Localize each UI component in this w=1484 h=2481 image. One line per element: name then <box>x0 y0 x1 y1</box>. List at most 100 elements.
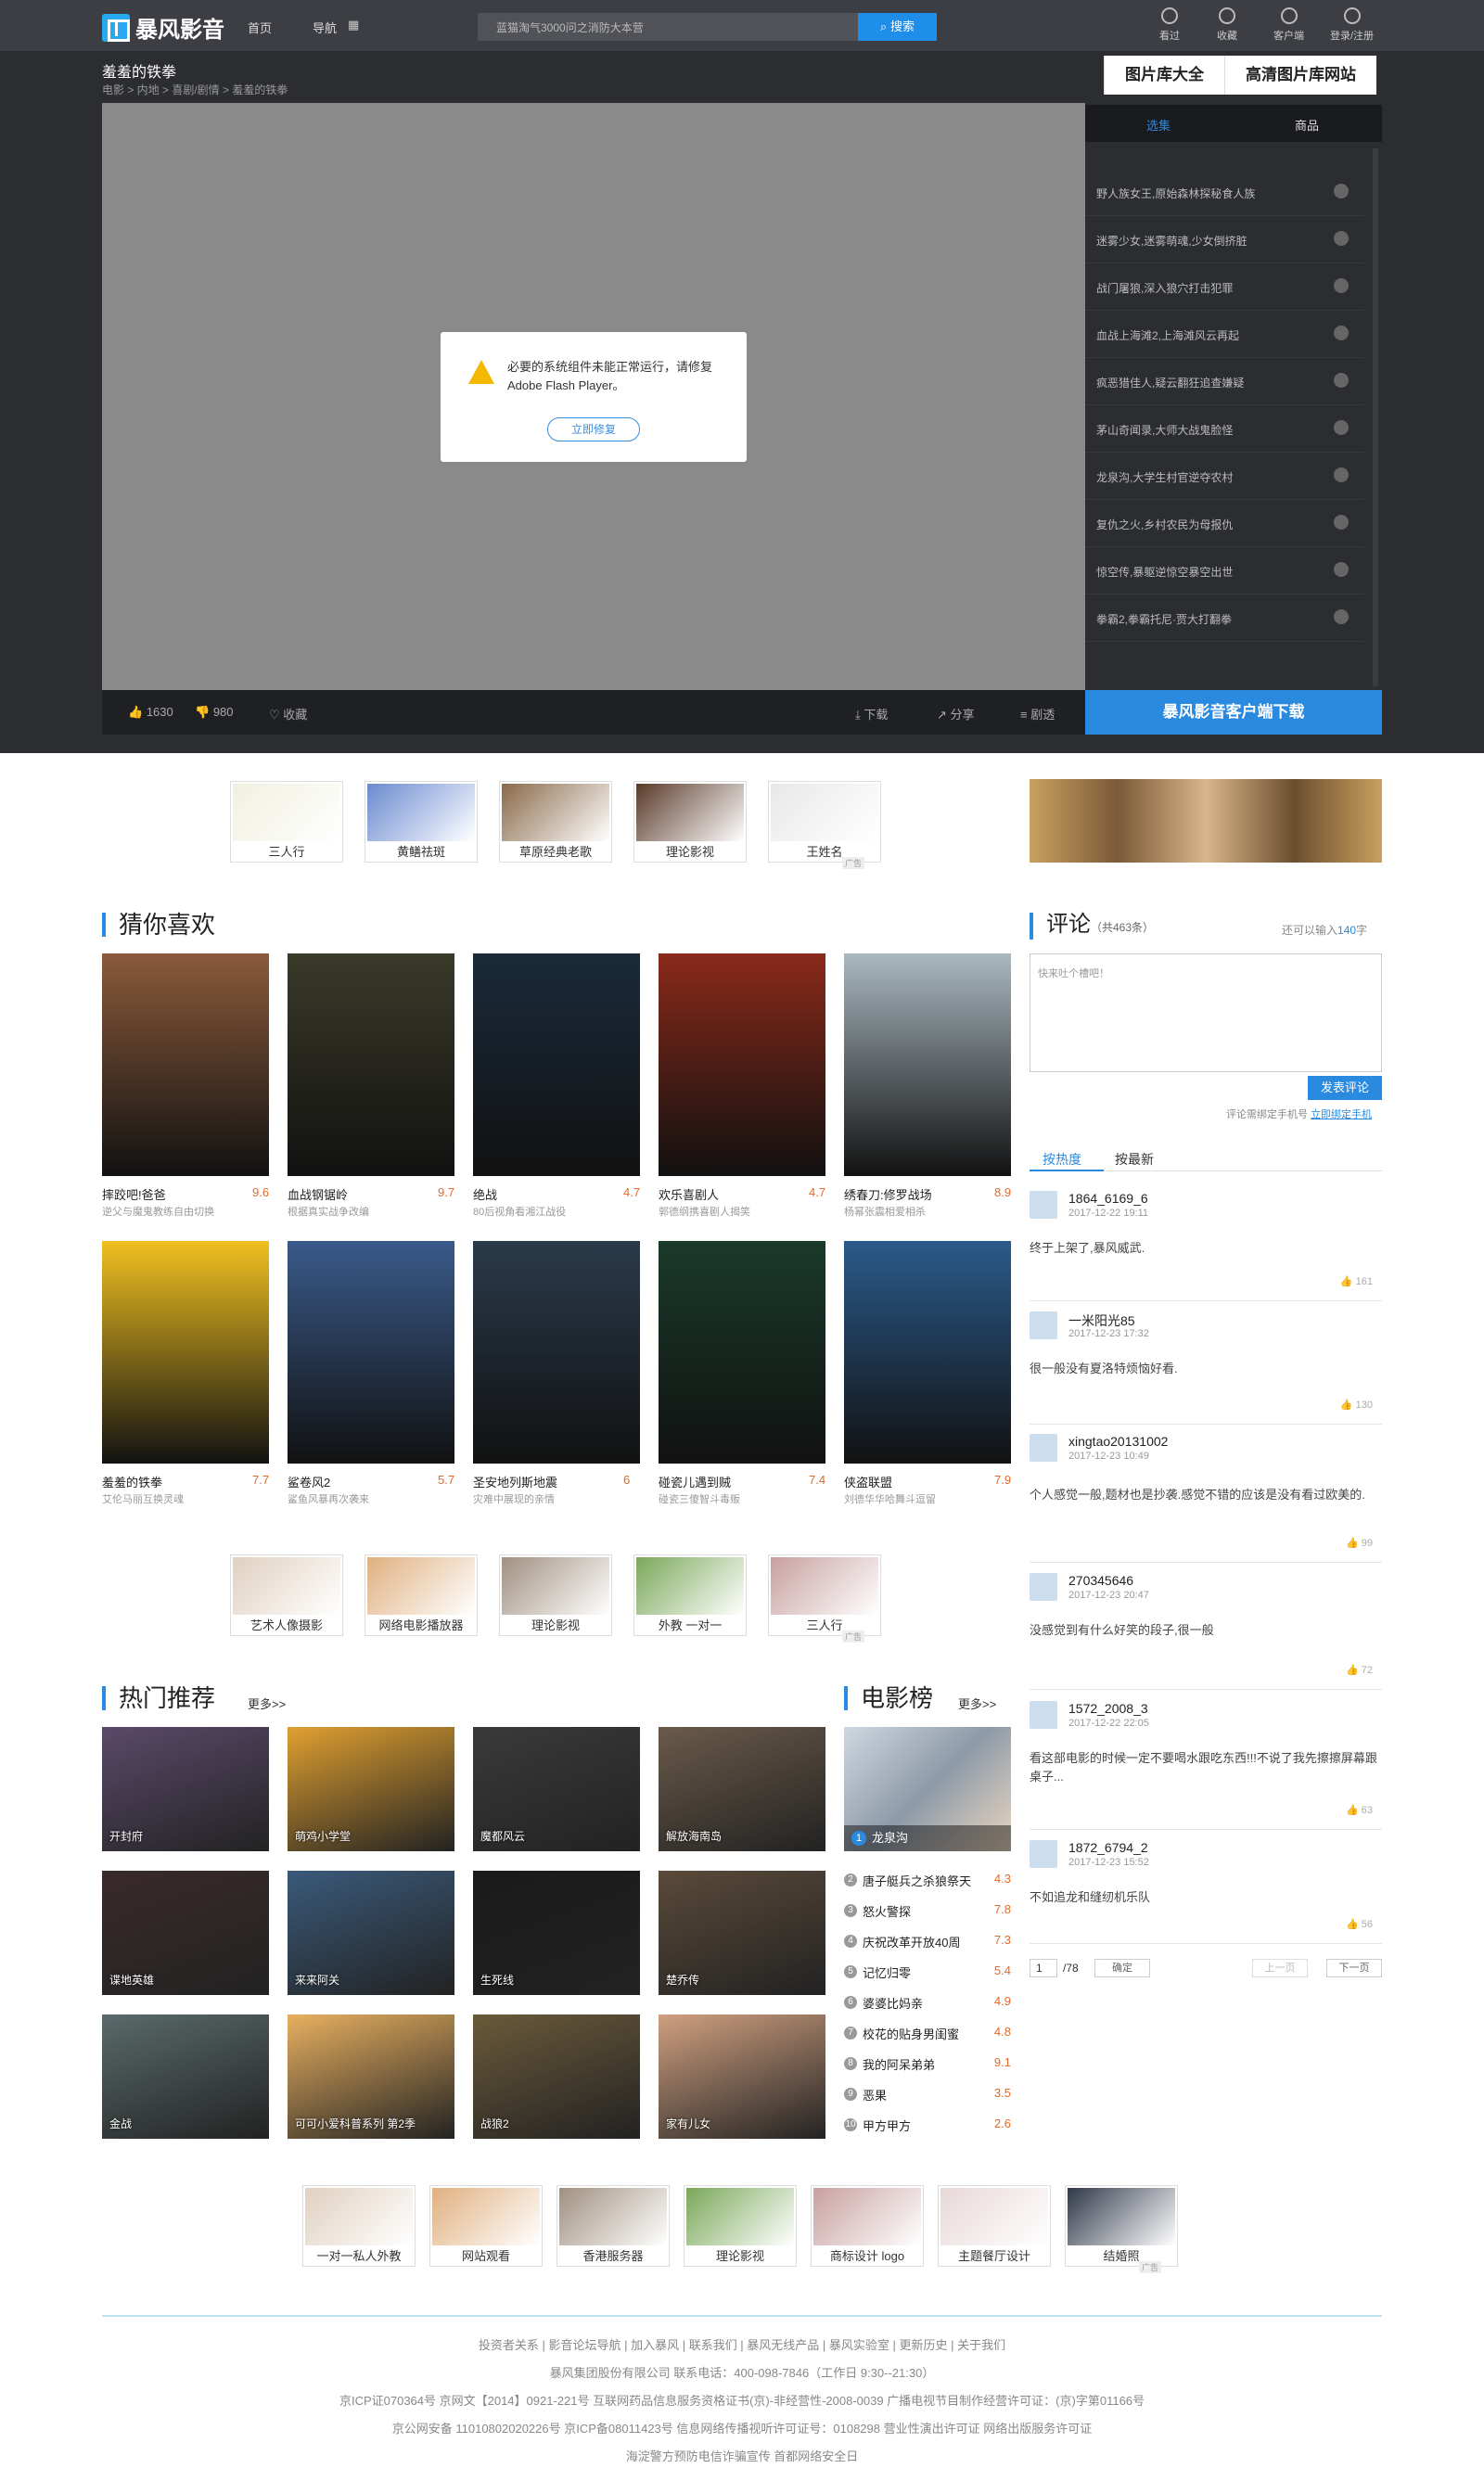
danmaku-button[interactable]: ≡ 剧透 <box>1020 705 1055 723</box>
comment-user[interactable]: 1572_2008_3 <box>1068 1701 1148 1716</box>
ad-thumb[interactable]: 理论影视 <box>633 781 747 863</box>
logo[interactable]: 暴风影音 <box>102 11 224 44</box>
avatar[interactable] <box>1030 1701 1057 1729</box>
promo-tab-1[interactable]: 图片库大全 <box>1104 56 1224 95</box>
search-bar[interactable]: 蓝猫淘气3000问之消防大本营 ⌕ 搜索 <box>478 13 937 41</box>
rank-top-item[interactable]: 1 龙泉沟 <box>844 1727 1011 1851</box>
movie-poster[interactable] <box>288 1241 454 1464</box>
hot-item[interactable]: 谍地英雄 <box>102 1871 269 1995</box>
comment-user[interactable]: 一米阳光85 <box>1068 1311 1135 1330</box>
hot-item[interactable]: 楚乔传 <box>659 1871 825 1995</box>
comment-user[interactable]: xingtao20131002 <box>1068 1434 1168 1449</box>
fav-button[interactable]: ♡ 收藏 <box>269 705 307 723</box>
hot-item[interactable]: 家有儿女 <box>659 2014 825 2139</box>
ad-thumb[interactable]: 网络电影播放器 <box>365 1554 478 1636</box>
ad-thumb[interactable]: 主题餐厅设计 <box>938 2185 1051 2267</box>
submit-comment-button[interactable]: 发表评论 <box>1308 1076 1382 1100</box>
ad-thumb[interactable]: 香港服务器 <box>556 2185 670 2267</box>
prev-page-button[interactable]: 上一页 <box>1252 1959 1308 1977</box>
ad-banner[interactable] <box>1030 779 1382 863</box>
movie-poster[interactable] <box>288 953 454 1176</box>
client-button[interactable]: 客户端 <box>1273 7 1304 43</box>
movie-poster[interactable] <box>844 1241 1011 1464</box>
client-download-button[interactable]: 暴风影音客户端下载 <box>1085 690 1382 735</box>
hot-item[interactable]: 战狼2 <box>473 2014 640 2139</box>
rank-item[interactable]: 7 校花的贴身男闺蜜 4.8 <box>844 2022 1011 2046</box>
history-button[interactable]: 看过 <box>1159 7 1180 43</box>
ad-tag[interactable]: 广告 <box>1139 2261 1162 2273</box>
avatar[interactable] <box>1030 1191 1057 1219</box>
ad-thumb[interactable]: 王姓名 <box>768 781 881 863</box>
episode-item[interactable]: 迷雾少女,迷雾萌魂,少女倒挤脏 <box>1085 216 1363 263</box>
movie-name[interactable]: 绝战 <box>473 1185 497 1203</box>
comment-user[interactable]: 1864_6169_6 <box>1068 1191 1148 1206</box>
movie-poster[interactable] <box>659 1241 825 1464</box>
episode-item[interactable]: 血战上海滩2,上海滩风云再起 <box>1085 311 1363 358</box>
movie-name[interactable]: 欢乐喜剧人 <box>659 1185 719 1203</box>
comment-like-button[interactable]: 👍 56 <box>1346 1918 1373 1930</box>
movie-poster[interactable] <box>102 1241 269 1464</box>
episode-item[interactable]: 疯恶猎佳人,疑云翻狂追查嫌疑 <box>1085 358 1363 405</box>
ad-thumb[interactable]: 一对一私人外教 <box>302 2185 416 2267</box>
hot-item[interactable]: 萌鸡小学堂 <box>288 1727 454 1851</box>
ad-thumb[interactable]: 黄鳝祛斑 <box>365 781 478 863</box>
side-scrollbar[interactable] <box>1373 148 1378 686</box>
movie-name[interactable]: 血战钢锯岭 <box>288 1185 348 1203</box>
ad-thumb[interactable]: 外教 一对一 <box>633 1554 747 1636</box>
rank-item[interactable]: 2 唐子艇兵之杀狼祭天 4.3 <box>844 1869 1011 1893</box>
rank-item[interactable]: 10 甲方甲方 2.6 <box>844 2114 1011 2138</box>
avatar[interactable] <box>1030 1311 1057 1339</box>
favorites-button[interactable]: 收藏 <box>1217 7 1237 43</box>
avatar[interactable] <box>1030 1573 1057 1601</box>
episode-item[interactable]: 茅山奇闻录,大师大战鬼脸怪 <box>1085 405 1363 453</box>
grid-icon[interactable]: ▦ <box>348 18 359 32</box>
comment-user[interactable]: 1872_6794_2 <box>1068 1840 1148 1855</box>
like-button[interactable]: 👍 1630 <box>128 705 173 720</box>
hot-item[interactable]: 可可小爱科普系列 第2季 <box>288 2014 454 2139</box>
hot-item[interactable]: 生死线 <box>473 1871 640 1995</box>
episode-item[interactable]: 拳霸2,拳霸托尼·贾大打翻拳 <box>1085 595 1363 642</box>
rank-item[interactable]: 3 怒火警探 7.8 <box>844 1899 1011 1924</box>
comment-textarea[interactable]: 快来吐个槽吧！ <box>1030 953 1382 1072</box>
avatar[interactable] <box>1030 1840 1057 1868</box>
nav-home[interactable]: 首页 <box>248 19 272 36</box>
movie-name[interactable]: 侠盗联盟 <box>844 1473 892 1490</box>
hot-item[interactable]: 魔都风云 <box>473 1727 640 1851</box>
ad-thumb[interactable]: 艺术人像摄影 <box>230 1554 343 1636</box>
comment-like-button[interactable]: 👍 161 <box>1340 1275 1373 1287</box>
rank-item[interactable]: 8 我的阿呆弟弟 9.1 <box>844 2053 1011 2077</box>
episode-item[interactable]: 惊空传,暴躯逆惊空暴空出世 <box>1085 547 1363 595</box>
download-button[interactable]: ⤓ 下载 <box>855 705 888 723</box>
page-input[interactable]: 1 <box>1030 1959 1057 1977</box>
movie-poster[interactable] <box>473 1241 640 1464</box>
next-page-button[interactable]: 下一页 <box>1326 1959 1382 1977</box>
comment-like-button[interactable]: 👍 99 <box>1346 1537 1373 1549</box>
rank-item[interactable]: 9 恶果 3.5 <box>844 2083 1011 2107</box>
footer-security[interactable]: 海淀警方预防电信诈骗宣传 首都网络安全日 <box>0 2447 1484 2464</box>
episode-item[interactable]: 复仇之火,乡村农民为母报仇 <box>1085 500 1363 547</box>
movie-poster[interactable] <box>844 953 1011 1176</box>
ad-thumb[interactable]: 网站观看 <box>429 2185 543 2267</box>
share-button[interactable]: ↗ 分享 <box>937 705 975 723</box>
movie-name[interactable]: 圣安地列斯地震 <box>473 1473 557 1490</box>
footer-licenses[interactable]: 京ICP证070364号 京网文【2014】0921-221号 互联网药品信息服… <box>0 2391 1484 2409</box>
bind-phone-link[interactable]: 立即绑定手机 <box>1311 1109 1372 1120</box>
movie-name[interactable]: 绣春刀:修罗战场 <box>844 1185 932 1203</box>
promo-tab-2[interactable]: 高清图片库网站 <box>1224 56 1376 95</box>
ad-thumb[interactable]: 理论影视 <box>684 2185 797 2267</box>
ad-thumb[interactable]: 草原经典老歌 <box>499 781 612 863</box>
search-button[interactable]: ⌕ 搜索 <box>858 13 937 41</box>
comment-like-button[interactable]: 👍 63 <box>1346 1804 1373 1816</box>
login-button[interactable]: 登录/注册 <box>1330 7 1374 43</box>
rank-more-link[interactable]: 更多>> <box>958 1694 996 1712</box>
breadcrumb[interactable]: 电影 > 内地 > 喜剧/剧情 > 羞羞的铁拳 <box>102 82 288 97</box>
footer-links[interactable]: 投资者关系 | 影音论坛导航 | 加入暴风 | 联系我们 | 暴风无线产品 | … <box>0 2335 1484 2353</box>
tab-sort-hot[interactable]: 按热度 <box>1043 1150 1081 1169</box>
movie-name[interactable]: 碰瓷儿遇到贼 <box>659 1473 731 1490</box>
tab-sort-new[interactable]: 按最新 <box>1115 1150 1154 1169</box>
rank-item[interactable]: 5 记忆归零 5.4 <box>844 1961 1011 1985</box>
movie-poster[interactable] <box>659 953 825 1176</box>
dislike-button[interactable]: 👎 980 <box>195 705 234 720</box>
tab-episodes[interactable]: 选集 <box>1146 116 1171 134</box>
rank-item[interactable]: 6 婆婆比妈亲 4.9 <box>844 1991 1011 2015</box>
